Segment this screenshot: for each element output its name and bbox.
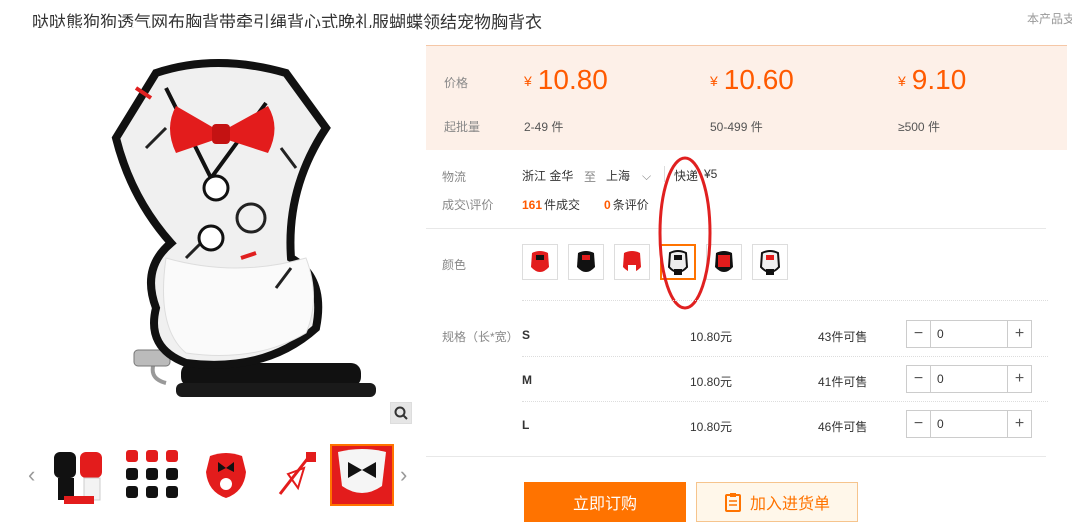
thumbnail-2[interactable]	[120, 444, 184, 506]
spec-stock-s: 43件可售	[818, 330, 868, 344]
qty-label: 起批量	[444, 120, 481, 134]
thumbnail-5[interactable]	[330, 444, 394, 506]
buy-now-button[interactable]: 立即订购	[524, 482, 686, 522]
divider	[522, 300, 1048, 301]
right-note: 本产品支	[1027, 12, 1072, 26]
tier-price-1: ¥10.80	[524, 64, 608, 95]
spec-stock-l: 46件可售	[818, 420, 868, 434]
thumbnail-3[interactable]	[194, 444, 258, 506]
price-table: 价格 起批量 ¥10.80 ¥10.60 ¥9.10 2-49 件 50-499…	[426, 45, 1067, 150]
logistics-to-word: 至	[584, 170, 597, 184]
plus-button[interactable]: +	[1007, 321, 1031, 347]
spec-size-l: L	[522, 418, 530, 432]
spec-price-l: 10.80元	[690, 420, 733, 434]
quantity-stepper-l: − +	[906, 410, 1032, 438]
add-to-purchase-list-button[interactable]: 加入进货单	[696, 482, 858, 522]
thumbnail-4[interactable]	[268, 444, 332, 506]
tier-range-1: 2-49 件	[524, 120, 564, 134]
main-product-image	[36, 28, 416, 426]
color-swatch-6[interactable]	[752, 244, 788, 280]
price-label: 价格	[444, 76, 469, 90]
divider	[426, 456, 1046, 457]
thumbnail-strip: ‹ ›	[28, 442, 420, 510]
spec-price-s: 10.80元	[690, 330, 733, 344]
color-label: 颜色	[442, 258, 467, 272]
minus-button[interactable]: −	[907, 411, 931, 437]
tier-range-3: ≥500 件	[898, 120, 940, 134]
spec-size-m: M	[522, 373, 532, 387]
color-swatch-1[interactable]	[522, 244, 558, 280]
quantity-input-m[interactable]	[937, 372, 997, 386]
divider	[426, 228, 1046, 229]
logistics-destination-select[interactable]: 上海 ⌵	[606, 167, 651, 184]
quantity-input-l[interactable]	[937, 417, 997, 431]
spec-price-m: 10.80元	[690, 375, 733, 389]
color-swatch-2[interactable]	[568, 244, 604, 280]
logistics-from: 浙江 金华	[522, 169, 574, 183]
chevron-down-icon: ⌵	[642, 169, 652, 183]
zoom-button[interactable]	[390, 402, 412, 424]
tier-range-2: 50-499 件	[710, 120, 763, 134]
review-info[interactable]: 0 条评价	[604, 196, 649, 213]
divider	[522, 356, 1048, 357]
logistics-label: 物流	[442, 170, 467, 184]
thumb-next-icon[interactable]: ›	[400, 462, 407, 488]
magnifier-icon	[394, 406, 408, 420]
clipboard-icon	[724, 493, 741, 512]
minus-button[interactable]: −	[907, 321, 931, 347]
deals-label: 成交\评价	[442, 198, 494, 212]
minus-button[interactable]: −	[907, 366, 931, 392]
thumb-prev-icon[interactable]: ‹	[28, 462, 35, 488]
quantity-stepper-m: − +	[906, 365, 1032, 393]
divider	[522, 401, 1048, 402]
spec-size-s: S	[522, 328, 531, 342]
tier-price-3: ¥9.10	[898, 64, 967, 95]
quantity-input-s[interactable]	[937, 327, 997, 341]
thumbnail-1[interactable]	[46, 444, 110, 506]
plus-button[interactable]: +	[1007, 411, 1031, 437]
spec-label: 规格（长*宽）	[442, 330, 519, 344]
tier-price-2: ¥10.60	[710, 64, 794, 95]
plus-button[interactable]: +	[1007, 366, 1031, 392]
quantity-stepper-s: − +	[906, 320, 1032, 348]
spec-stock-m: 41件可售	[818, 375, 868, 389]
annotation-circle	[658, 156, 712, 310]
sold-info: 161 件成交	[522, 198, 581, 212]
color-swatch-3[interactable]	[614, 244, 650, 280]
